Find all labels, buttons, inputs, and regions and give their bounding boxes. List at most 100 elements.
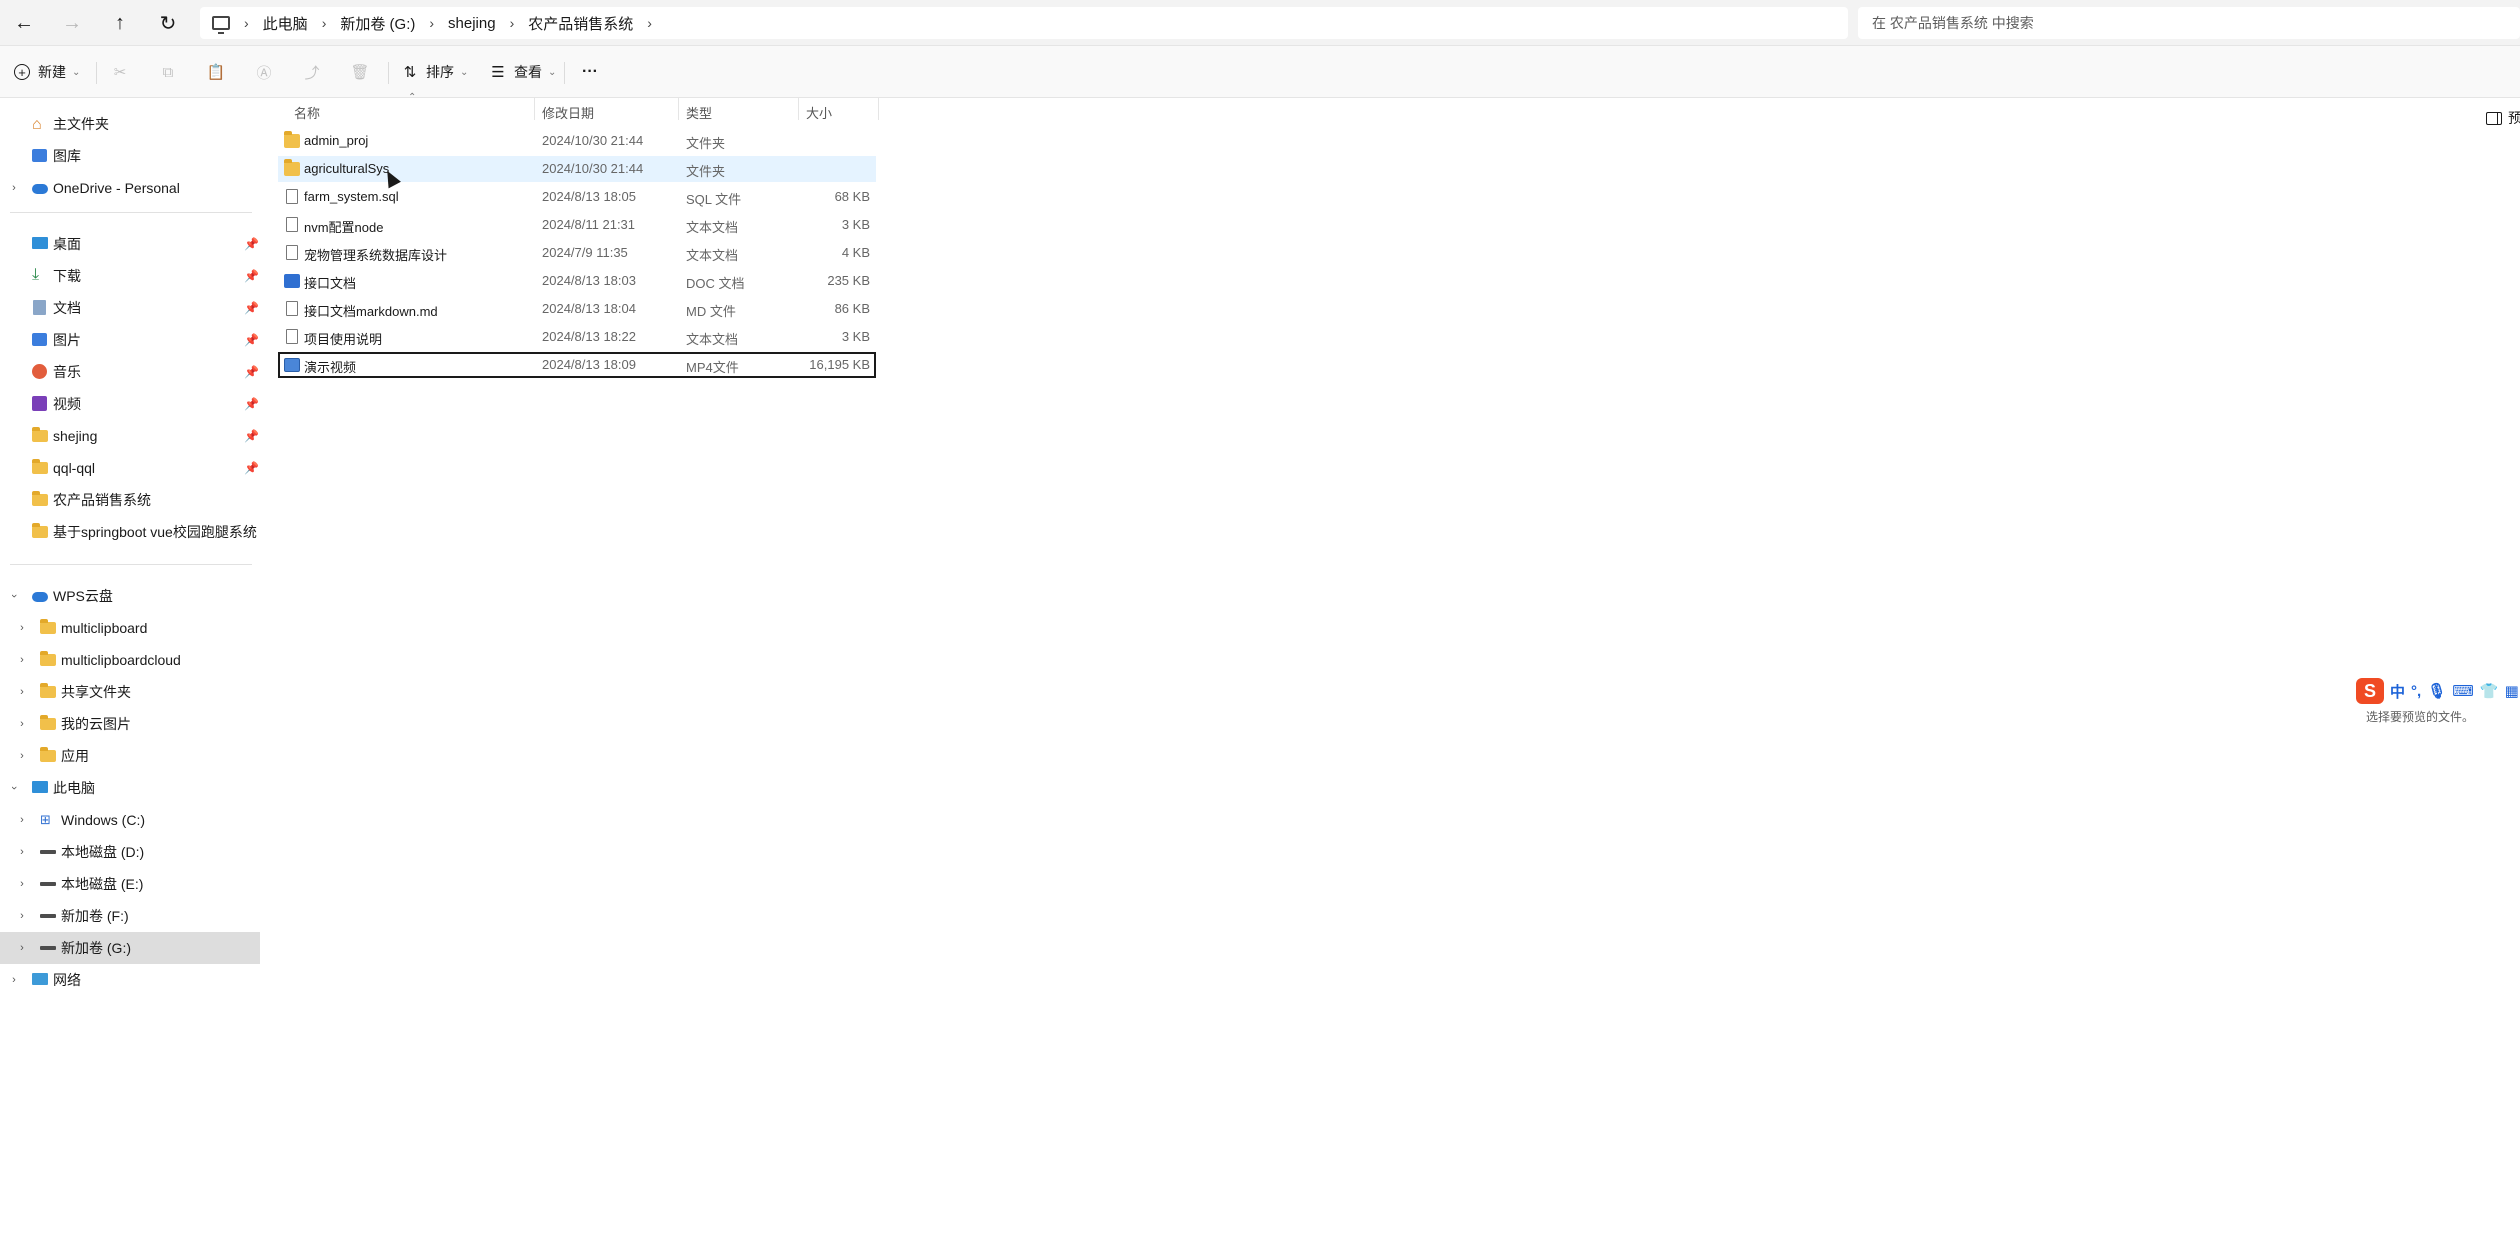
new-label: 新建 [38,64,66,80]
refresh-button[interactable]: ↻ [152,8,184,38]
drive-icon [40,850,56,854]
sidebar-item-multiclipboard[interactable]: › multiclipboard [0,612,260,644]
ime-punctuation-toggle[interactable]: °, [2411,683,2421,700]
sidebar-item-drive-d[interactable]: › 本地磁盘 (D:) [0,836,260,868]
sidebar-item-qql-qql[interactable]: qql-qql 📌 [0,452,260,484]
sidebar-item-desktop[interactable]: 桌面 📌 [0,228,260,260]
chevron-right-icon[interactable]: › [8,974,20,986]
sort-button[interactable]: ⇅ 排序 ⌄ [402,56,469,88]
pin-icon: 📌 [244,397,259,411]
sidebar-item-drive-e[interactable]: › 本地磁盘 (E:) [0,868,260,900]
chevron-right-icon[interactable]: › [16,718,28,730]
sidebar-item-springboot-project[interactable]: 基于springboot vue校园跑腿系统 [0,516,260,548]
chevron-right-icon[interactable]: › [16,654,28,666]
cut-button[interactable]: ✂ [112,56,136,88]
sidebar-item-cloud-pictures[interactable]: › 我的云图片 [0,708,260,740]
sidebar-item-documents[interactable]: 文档 📌 [0,292,260,324]
sidebar-item-wps-cloud[interactable]: › WPS云盘 [0,580,260,612]
back-button[interactable]: ← [8,8,40,38]
chevron-right-icon[interactable]: › [16,846,28,858]
chevron-right-icon[interactable]: › [8,182,20,194]
chevron-right-icon[interactable]: › [16,942,28,954]
sidebar-item-shejing[interactable]: shejing 📌 [0,420,260,452]
sidebar-item-apps[interactable]: › 应用 [0,740,260,772]
view-button[interactable]: ☰ 查看 ⌄ [490,56,556,88]
column-header-name[interactable]: 名称 [294,102,320,122]
file-row[interactable]: farm_system.sql 2024/8/13 18:05 SQL 文件 6… [278,184,876,210]
sidebar-item-drive-c[interactable]: › ⊞ Windows (C:) [0,804,260,836]
plus-icon: + [14,64,30,80]
sidebar-item-pictures[interactable]: 图片 📌 [0,324,260,356]
sidebar-item-onedrive[interactable]: › OneDrive - Personal [0,172,260,204]
paste-button[interactable]: 📋 [206,56,232,88]
toolbox-icon[interactable]: ▦ [2505,682,2519,700]
sidebar-item-network[interactable]: › 网络 [0,964,260,996]
more-button[interactable]: ··· [582,56,598,88]
forward-button[interactable]: → [56,8,88,38]
chevron-right-icon[interactable]: › [16,750,28,762]
new-button[interactable]: + 新建 ⌄ [14,56,80,88]
up-button[interactable]: ↑ [104,8,136,38]
folder-icon [40,619,56,634]
breadcrumb-item-shejing[interactable]: shejing › [448,15,528,32]
sidebar-item-home[interactable]: ⌂ 主文件夹 [0,108,260,140]
file-row[interactable]: nvm配置node 2024/8/11 21:31 文本文档 3 KB [278,212,876,238]
file-row[interactable]: 宠物管理系统数据库设计 2024/7/9 11:35 文本文档 4 KB [278,240,876,266]
file-row[interactable]: 演示视频 2024/8/13 18:09 MP4文件 16,195 KB [278,352,876,378]
chevron-right-icon[interactable]: › [16,686,28,698]
chevron-down-icon[interactable]: › [8,590,20,602]
keyboard-icon[interactable]: ⌨ [2452,682,2474,700]
text-file-icon [286,217,298,232]
windows-drive-icon: ⊞ [40,812,51,827]
share-button[interactable]: ⤴ [304,56,328,88]
chevron-right-icon[interactable]: › [16,622,28,634]
sidebar-item-drive-g[interactable]: › 新加卷 (G:) [0,932,260,964]
sogou-logo-icon[interactable]: S [2356,678,2384,704]
chevron-right-icon[interactable]: › [16,878,28,890]
chevron-down-icon: ⌄ [460,66,469,78]
file-row[interactable]: 项目使用说明 2024/8/13 18:22 文本文档 3 KB [278,324,876,350]
file-row[interactable]: 接口文档 2024/8/13 18:03 DOC 文档 235 KB [278,268,876,294]
chevron-down-icon[interactable]: › [8,782,20,794]
copy-button[interactable]: ⧉ [160,56,184,88]
ime-mode-toggle[interactable]: 中 [2390,681,2405,702]
column-header-type[interactable]: 类型 [686,102,712,122]
breadcrumb-sep-0[interactable]: › [244,15,263,31]
search-input[interactable]: 在 农产品销售系统 中搜索 [1858,7,2520,39]
column-header-size[interactable]: 大小 [806,102,832,122]
chevron-right-icon[interactable]: › [16,814,28,826]
sidebar-item-farm-sales[interactable]: 农产品销售系统 [0,484,260,516]
sort-label: 排序 [426,64,454,80]
folder-icon [32,491,48,506]
breadcrumb-item-current[interactable]: 农产品销售系统 › [528,13,666,34]
file-icon [286,301,298,316]
rename-button[interactable]: Ⓐ [256,56,280,88]
pin-icon: 📌 [244,237,259,251]
breadcrumb-item-drive-g[interactable]: 新加卷 (G:) › [340,13,448,34]
ime-toolbar[interactable]: S 中 °, 🎙 ⌨ 👕 ▦ [2356,678,2519,704]
sidebar-item-multiclipboardcloud[interactable]: › multiclipboardcloud [0,644,260,676]
share-icon: ⤴ [304,64,320,82]
paste-icon: 📋 [206,64,226,81]
file-row[interactable]: 接口文档markdown.md 2024/8/13 18:04 MD 文件 86… [278,296,876,322]
breadcrumb-item-this-pc[interactable]: 此电脑 › [263,13,341,34]
command-bar: + 新建 ⌄ ✂ ⧉ 📋 Ⓐ ⤴ 🗑 ⇅ 排序 ⌄ ☰ 查看 ⌄ ··· 预 [0,46,2520,126]
sidebar-item-videos[interactable]: 视频 📌 [0,388,260,420]
file-row[interactable]: admin_proj 2024/10/30 21:44 文件夹 [278,128,876,154]
sidebar-item-shared-folder[interactable]: › 共享文件夹 [0,676,260,708]
sidebar-item-drive-f[interactable]: › 新加卷 (F:) [0,900,260,932]
chevron-right-icon[interactable]: › [16,910,28,922]
delete-button[interactable]: 🗑 [350,56,376,88]
gallery-icon [32,149,47,162]
drive-icon [40,914,56,918]
microphone-icon[interactable]: 🎙 [2427,682,2446,700]
computer-icon [212,16,230,34]
sidebar-item-downloads[interactable]: ⤓ 下载 📌 [0,260,260,292]
sidebar-item-gallery[interactable]: 图库 [0,140,260,172]
skin-icon[interactable]: 👕 [2480,682,2499,700]
breadcrumb[interactable]: › 此电脑 › 新加卷 (G:) › shejing › 农产品销售系统 › [200,7,1848,39]
sidebar-item-this-pc[interactable]: › 此电脑 [0,772,260,804]
file-row[interactable]: agriculturalSys 2024/10/30 21:44 文件夹 [278,156,876,182]
column-header-date[interactable]: 修改日期 [542,102,594,122]
sidebar-item-music[interactable]: 音乐 📌 [0,356,260,388]
